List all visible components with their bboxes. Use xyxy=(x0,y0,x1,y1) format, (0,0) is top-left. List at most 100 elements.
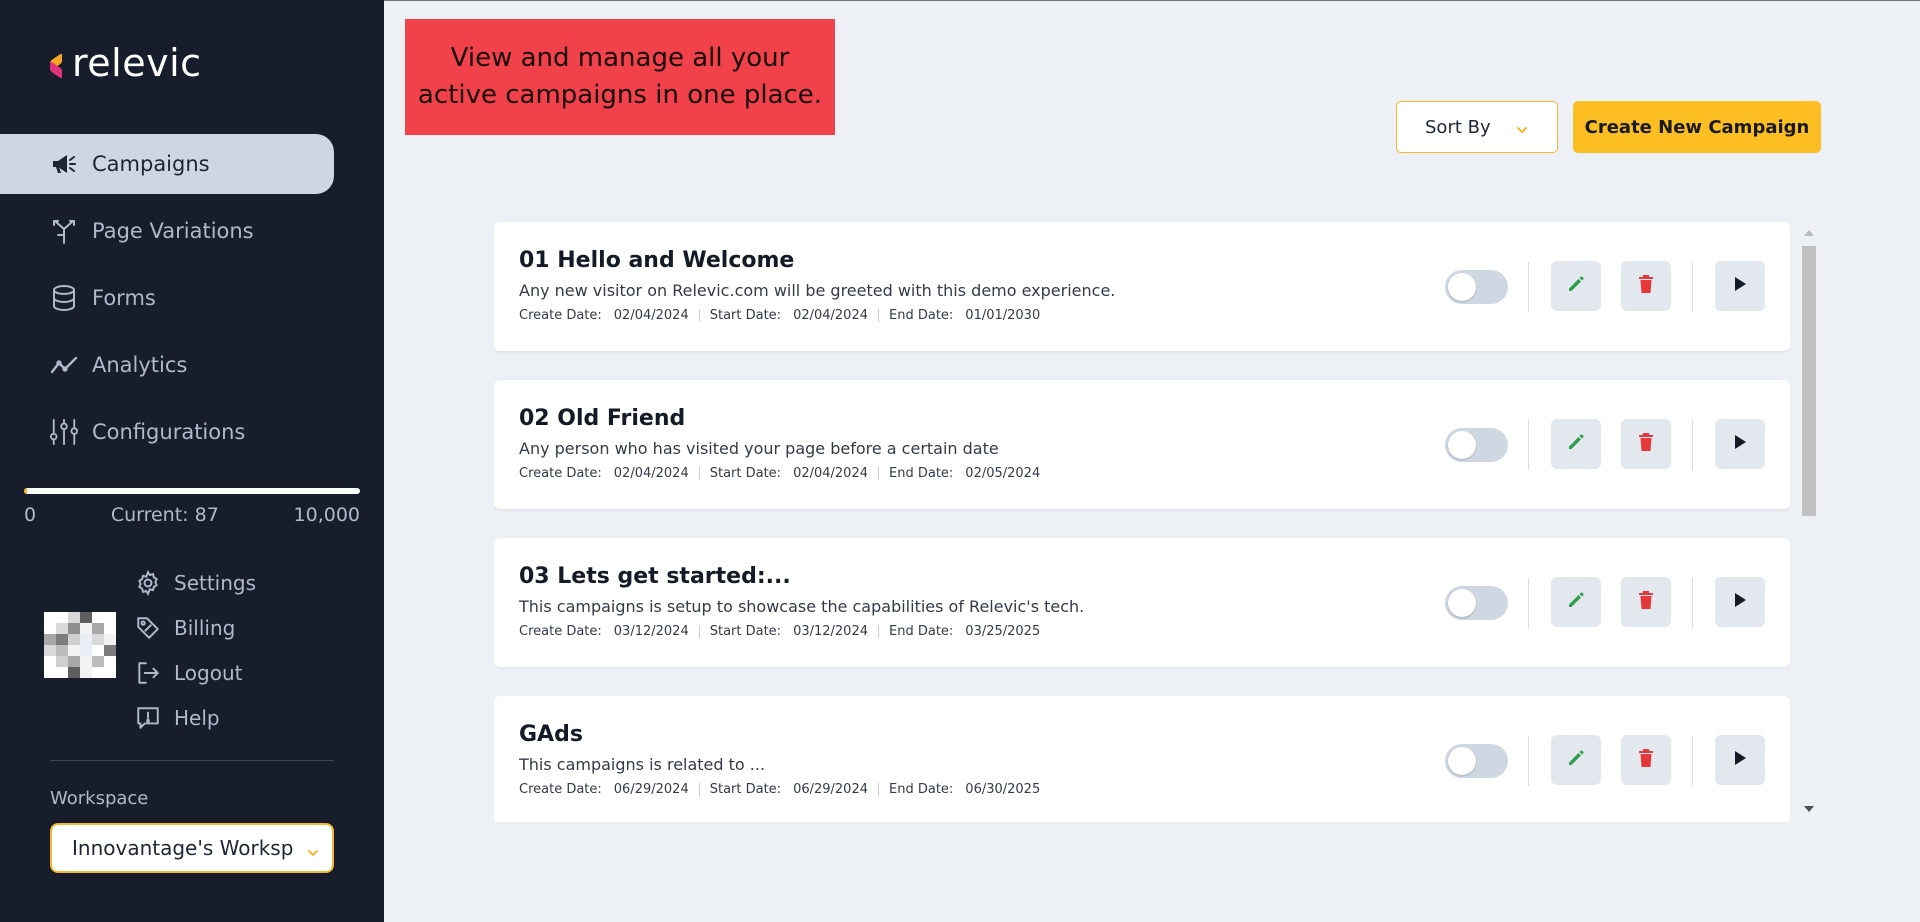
avatar-pixel xyxy=(104,656,116,667)
usage-meter: 0 Current: 87 10,000 xyxy=(24,488,360,526)
nav-item-forms[interactable]: Forms xyxy=(0,268,334,328)
brand-name: relevic xyxy=(72,41,202,85)
end-date-label: End Date: xyxy=(889,308,954,323)
split-arrows-icon xyxy=(50,217,78,245)
gear-icon xyxy=(134,569,162,597)
avatar-pixel xyxy=(44,667,56,678)
avatar-pixel xyxy=(80,667,92,678)
start-date-label: Start Date: xyxy=(709,466,782,481)
delete-campaign-button[interactable] xyxy=(1621,735,1671,785)
avatar-pixel xyxy=(92,634,104,645)
start-date-label: Start Date: xyxy=(709,624,782,639)
account-menu: Settings Billing Logout Help xyxy=(134,560,334,740)
avatar-pixel xyxy=(80,623,92,634)
start-date-label: Start Date: xyxy=(709,308,782,323)
settings-label: Settings xyxy=(174,570,257,595)
help-link[interactable]: Help xyxy=(134,695,334,740)
nav-item-label: Page Variations xyxy=(92,219,254,243)
campaign-status-toggle[interactable] xyxy=(1445,270,1508,304)
end-date-value: 01/01/2030 xyxy=(965,308,1041,323)
avatar-pixel xyxy=(56,634,68,645)
campaign-title[interactable]: 02 Old Friend xyxy=(519,406,685,431)
edit-campaign-button[interactable] xyxy=(1551,735,1601,785)
meta-separator xyxy=(698,467,700,480)
delete-campaign-button[interactable] xyxy=(1621,419,1671,469)
action-divider xyxy=(1692,578,1693,628)
scroll-down-arrow-icon[interactable] xyxy=(1804,806,1814,812)
campaign-description: Any new visitor on Relevic.com will be g… xyxy=(519,281,1116,300)
avatar-pixel xyxy=(68,634,80,645)
action-divider xyxy=(1528,420,1529,470)
logout-link[interactable]: Logout xyxy=(134,650,334,695)
meta-separator xyxy=(698,625,700,638)
logout-label: Logout xyxy=(174,660,243,685)
edit-campaign-button[interactable] xyxy=(1551,261,1601,311)
toggle-knob xyxy=(1448,589,1476,617)
scroll-up-arrow-icon[interactable] xyxy=(1804,230,1814,236)
avatar-pixel xyxy=(80,634,92,645)
sort-by-dropdown[interactable]: Sort By xyxy=(1396,101,1558,153)
billing-link[interactable]: Billing xyxy=(134,605,334,650)
create-new-campaign-button[interactable]: Create New Campaign xyxy=(1573,101,1821,153)
workspace-select[interactable]: Innovantage's Worksp xyxy=(50,823,334,873)
end-date-label: End Date: xyxy=(889,782,954,797)
meta-separator xyxy=(878,783,879,796)
nav-item-analytics[interactable]: Analytics xyxy=(0,335,334,395)
preview-campaign-button[interactable] xyxy=(1715,735,1765,785)
meta-separator xyxy=(698,309,700,322)
meta-separator xyxy=(878,309,879,322)
action-divider xyxy=(1528,262,1529,312)
start-date-value: 02/04/2024 xyxy=(793,466,868,481)
avatar-pixel xyxy=(68,645,80,656)
usage-max: 10,000 xyxy=(293,504,360,526)
campaign-list-scrollbar[interactable] xyxy=(1800,226,1818,818)
avatar[interactable] xyxy=(44,612,116,678)
avatar-pixel xyxy=(56,645,68,656)
campaign-status-toggle[interactable] xyxy=(1445,586,1508,620)
action-divider xyxy=(1528,736,1529,786)
preview-campaign-button[interactable] xyxy=(1715,419,1765,469)
avatar-pixel xyxy=(92,623,104,634)
sidebar-divider xyxy=(50,760,334,761)
nav-item-configurations[interactable]: Configurations xyxy=(0,402,334,462)
chevron-down-icon xyxy=(1515,121,1529,142)
scroll-thumb[interactable] xyxy=(1802,246,1816,516)
avatar-pixel xyxy=(92,612,104,623)
nav-item-page-variations[interactable]: Page Variations xyxy=(0,201,334,261)
delete-campaign-button[interactable] xyxy=(1621,577,1671,627)
relevic-logo-icon xyxy=(48,48,66,80)
usage-min: 0 xyxy=(24,504,37,526)
avatar-pixel xyxy=(44,656,56,667)
campaign-description: Any person who has visited your page bef… xyxy=(519,439,999,458)
main-nav: Campaigns Page Variations Forms Analytic… xyxy=(0,134,334,469)
create-date-label: Create Date: xyxy=(519,308,602,323)
preview-campaign-button[interactable] xyxy=(1715,577,1765,627)
edit-campaign-button[interactable] xyxy=(1551,419,1601,469)
nav-item-label: Configurations xyxy=(92,420,246,444)
campaign-status-toggle[interactable] xyxy=(1445,428,1508,462)
campaign-dates: Create Date: 02/04/2024 Start Date: 02/0… xyxy=(519,466,1040,481)
campaign-title[interactable]: GAds xyxy=(519,722,583,747)
avatar-pixel xyxy=(92,656,104,667)
settings-link[interactable]: Settings xyxy=(134,560,334,605)
pencil-icon xyxy=(1566,590,1586,614)
campaign-title[interactable]: 03 Lets get started:... xyxy=(519,564,791,589)
avatar-pixel xyxy=(56,656,68,667)
preview-campaign-button[interactable] xyxy=(1715,261,1765,311)
billing-label: Billing xyxy=(174,615,236,640)
edit-campaign-button[interactable] xyxy=(1551,577,1601,627)
avatar-pixel xyxy=(80,645,92,656)
campaign-title[interactable]: 01 Hello and Welcome xyxy=(519,248,794,273)
create-date-value: 06/29/2024 xyxy=(613,782,689,797)
delete-campaign-button[interactable] xyxy=(1621,261,1671,311)
nav-item-campaigns[interactable]: Campaigns xyxy=(0,134,334,194)
avatar-pixel xyxy=(104,612,116,623)
campaign-status-toggle[interactable] xyxy=(1445,744,1508,778)
campaign-card: GAds This campaigns is related to ... Cr… xyxy=(494,696,1790,822)
avatar-pixel xyxy=(104,645,116,656)
end-date-value: 03/25/2025 xyxy=(965,624,1041,639)
brand-logo[interactable]: relevic xyxy=(48,44,202,82)
create-date-label: Create Date: xyxy=(519,624,602,639)
play-icon xyxy=(1733,592,1747,612)
start-date-value: 06/29/2024 xyxy=(793,782,868,797)
